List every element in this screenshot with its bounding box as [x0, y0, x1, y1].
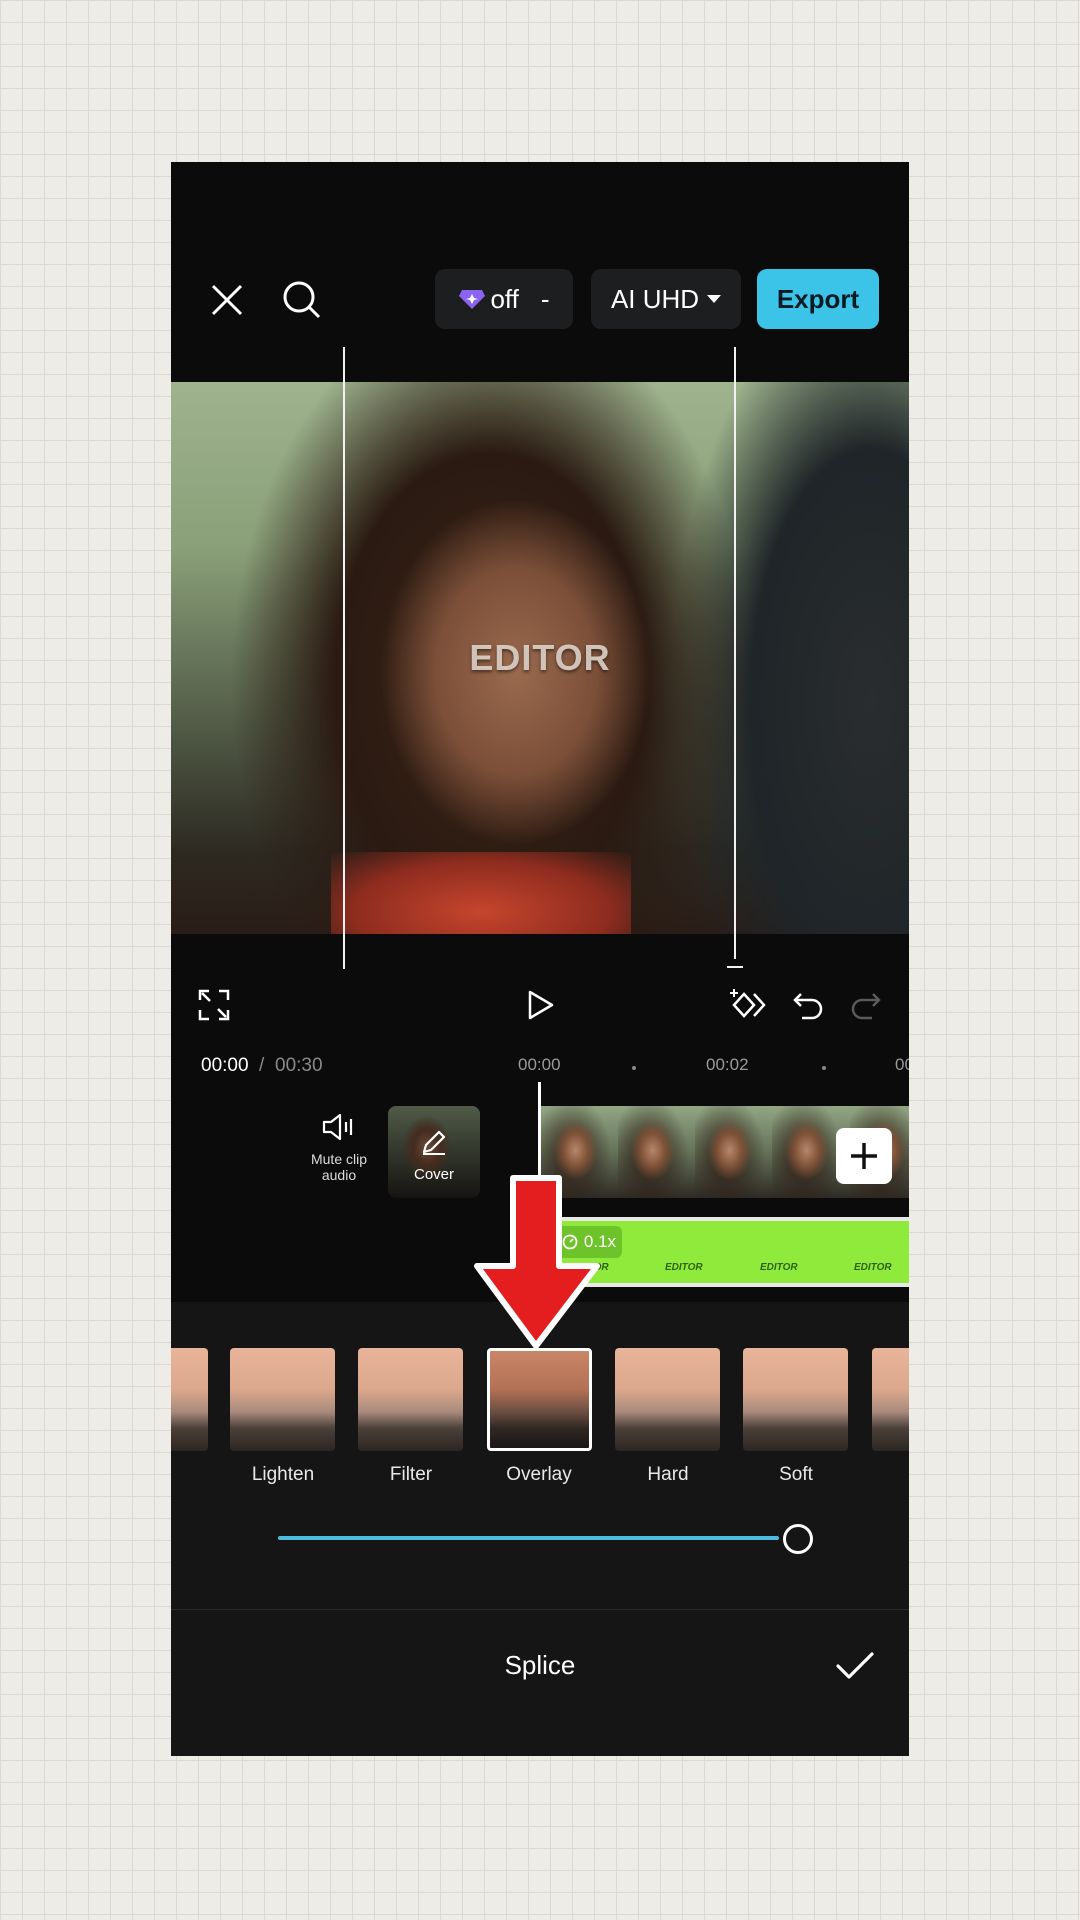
time-separator: /	[259, 1055, 265, 1076]
blend-mode-thumbnail	[872, 1348, 909, 1451]
crop-guide-right[interactable]	[734, 347, 736, 959]
mute-clip-audio-button[interactable]: Mute clip audio	[299, 1112, 379, 1192]
confirm-button[interactable]	[829, 1640, 881, 1692]
blend-mode-item[interactable]	[358, 1348, 465, 1451]
fullscreen-button[interactable]	[193, 984, 235, 1026]
edit-pencil-icon	[422, 1130, 446, 1155]
undo-icon	[793, 993, 823, 1020]
current-time: 00:00	[201, 1055, 249, 1076]
blend-mode-thumbnail	[487, 1348, 592, 1451]
opacity-slider-handle[interactable]	[783, 1524, 813, 1554]
blend-mode-thumbnail	[171, 1348, 208, 1451]
plus-icon	[851, 1143, 877, 1169]
total-time: 00:30	[275, 1055, 323, 1076]
editor-screen: off - AI UHD Export EDITOR 00:00 / 00:30…	[171, 162, 909, 1756]
blend-mode-item[interactable]	[230, 1348, 337, 1451]
opacity-slider-track[interactable]	[278, 1536, 779, 1540]
blend-mode-thumbnail	[743, 1348, 848, 1451]
blend-mode-label: Soft	[779, 1464, 813, 1485]
overlay-track-label: EDITOR	[760, 1262, 798, 1273]
mute-clip-label: Mute clip audio	[310, 1151, 368, 1183]
cover-button[interactable]: Cover	[388, 1106, 480, 1198]
checkmark-icon	[836, 1652, 874, 1679]
red-arrow-annotation	[474, 1175, 600, 1349]
close-button[interactable]	[201, 274, 253, 326]
export-button[interactable]: Export	[757, 269, 879, 329]
speaker-icon	[322, 1113, 353, 1141]
keyframe-icon	[730, 989, 766, 1018]
blend-mode-label: Lighten	[251, 1464, 315, 1485]
blend-mode-thumbnail	[358, 1348, 463, 1451]
pro-label: off	[490, 283, 519, 314]
overlay-track-label: EDITOR	[854, 1262, 892, 1273]
add-clip-button[interactable]	[836, 1128, 892, 1184]
blend-mode-item-selected[interactable]	[487, 1348, 594, 1451]
blend-mode-item[interactable]	[743, 1348, 850, 1451]
pro-suffix: -	[540, 283, 550, 314]
quality-dropdown[interactable]: AI UHD	[591, 269, 741, 329]
blend-mode-thumbnail	[615, 1348, 720, 1451]
blend-mode-label-selected: Overlay	[506, 1464, 572, 1485]
blend-mode-thumbnail	[230, 1348, 335, 1451]
quality-label: AI UHD	[610, 283, 700, 314]
blend-mode-item[interactable]	[872, 1348, 909, 1451]
close-icon	[211, 284, 243, 316]
undo-button[interactable]	[787, 984, 829, 1026]
search-button[interactable]	[276, 274, 328, 326]
redo-icon	[851, 993, 881, 1020]
pro-toggle[interactable]: off -	[435, 269, 573, 329]
play-button[interactable]	[519, 984, 561, 1026]
panel-title: Splice	[504, 1650, 576, 1680]
crop-guide-left[interactable]	[343, 347, 345, 969]
cover-label: Cover	[413, 1166, 454, 1183]
diamond-icon	[459, 290, 486, 309]
ruler-tick: 00:00	[518, 1055, 561, 1074]
clip-thumbnail	[695, 1106, 773, 1198]
keyframe-button[interactable]	[729, 984, 771, 1026]
clip-thumbnail	[618, 1106, 696, 1198]
ruler-dot	[632, 1066, 636, 1070]
overlay-track-label: EDITOR	[665, 1262, 703, 1273]
search-icon	[283, 281, 321, 319]
blend-mode-label: Filter	[389, 1464, 433, 1485]
redo-button[interactable]	[845, 984, 887, 1026]
crop-guide-handle[interactable]	[727, 966, 743, 968]
blend-mode-label: en	[171, 1464, 216, 1486]
ruler-dot	[822, 1066, 826, 1070]
preview-shirt	[331, 852, 631, 934]
play-icon	[528, 990, 554, 1020]
panel-divider	[171, 1609, 909, 1610]
video-preview[interactable]: EDITOR	[171, 382, 909, 934]
fullscreen-icon	[198, 989, 230, 1021]
blend-mode-label: Hard	[647, 1464, 689, 1485]
blend-mode-item[interactable]	[171, 1348, 210, 1451]
caret-down-icon	[707, 295, 722, 303]
ruler-tick: 00	[895, 1055, 909, 1074]
blend-mode-item[interactable]	[615, 1348, 722, 1451]
preview-watermark: EDITOR	[469, 637, 611, 678]
ruler-tick: 00:02	[706, 1055, 749, 1074]
